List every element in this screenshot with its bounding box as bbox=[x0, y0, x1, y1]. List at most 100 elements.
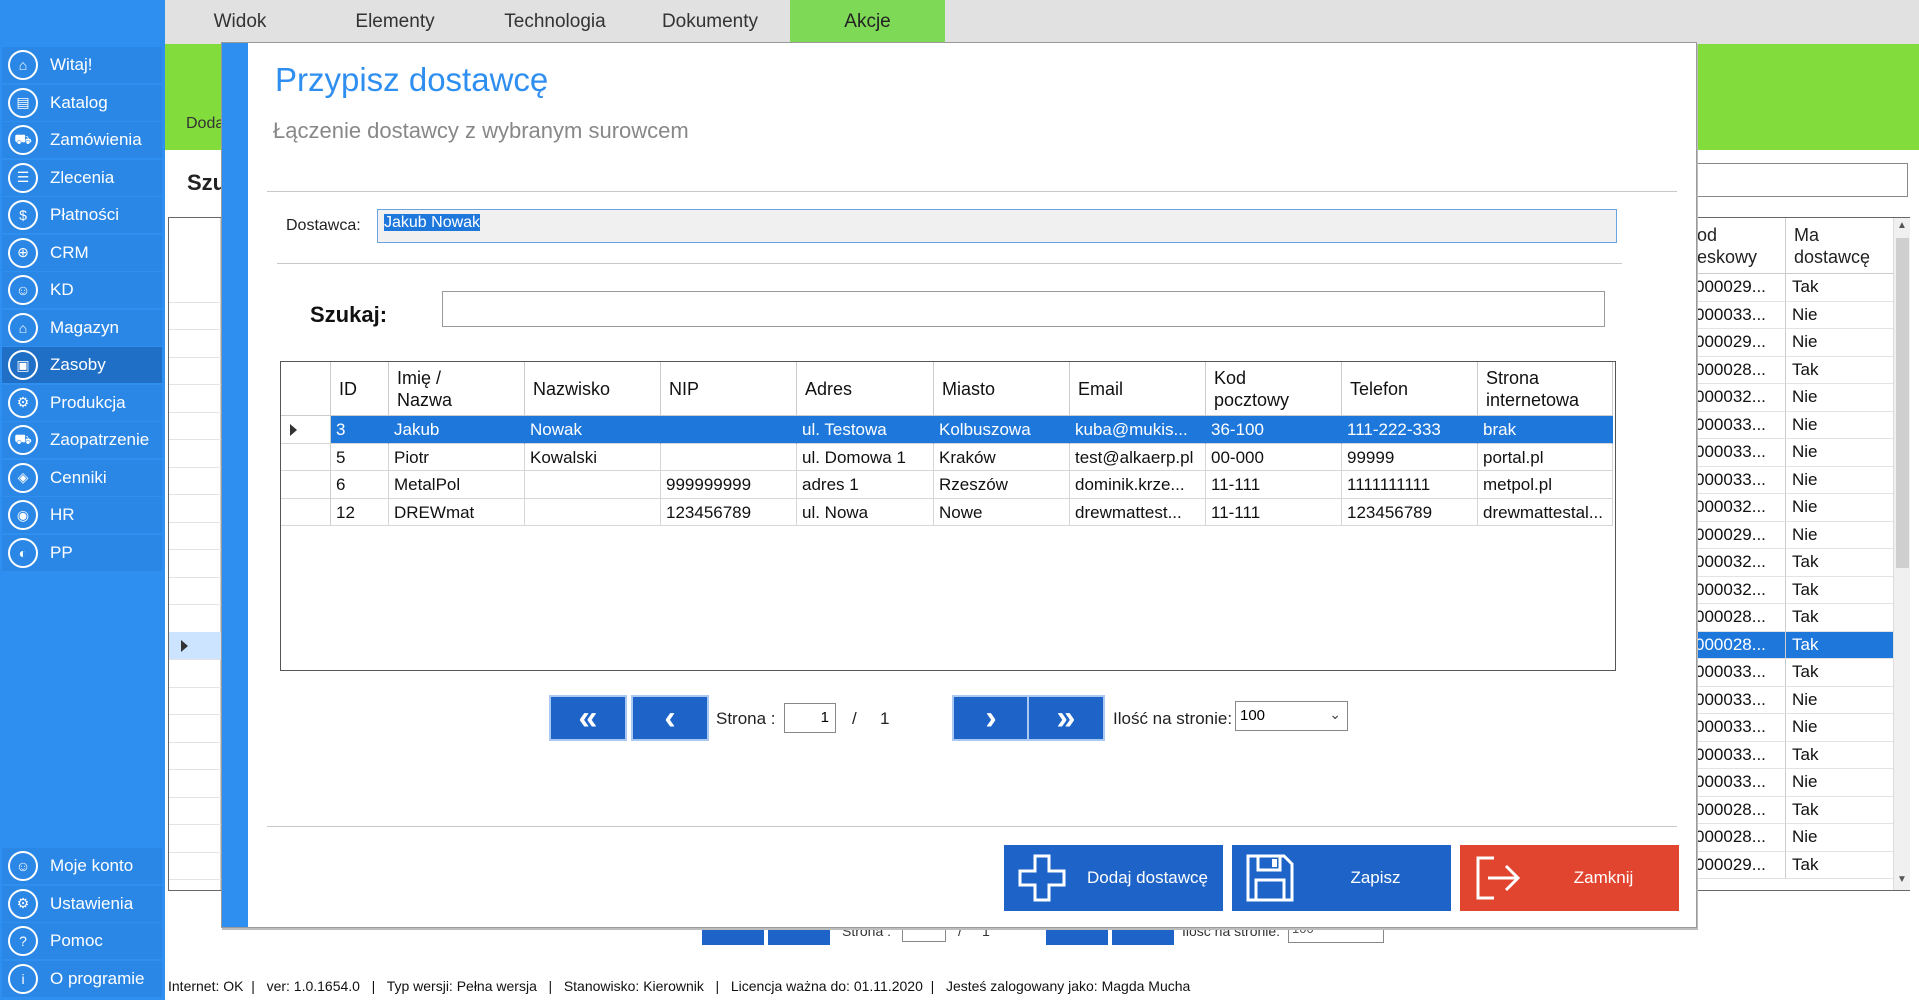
table-cell[interactable]: Nowe bbox=[934, 498, 1070, 526]
bg-cell-ma-dostawce[interactable]: Tak bbox=[1786, 576, 1894, 604]
per-page-select[interactable]: 100 ⌄ bbox=[1235, 701, 1348, 731]
bg-cell-kod[interactable]: 000033... bbox=[1689, 301, 1786, 329]
sidebar-item-pp[interactable]: ◐ PP bbox=[2, 534, 162, 571]
row-header[interactable] bbox=[281, 471, 331, 499]
table-cell[interactable]: kuba@mukis... bbox=[1070, 416, 1206, 444]
sidebar-item-cenniki[interactable]: ◈ Cenniki bbox=[2, 459, 162, 496]
search-input[interactable] bbox=[442, 291, 1605, 327]
table-cell[interactable]: brak bbox=[1478, 416, 1613, 444]
column-header[interactable]: Kod pocztowy bbox=[1206, 362, 1342, 416]
column-header[interactable]: Telefon bbox=[1342, 362, 1478, 416]
sidebar-item-hr[interactable]: ◉ HR bbox=[2, 497, 162, 533]
bg-cell-kod[interactable]: 000029... bbox=[1689, 851, 1786, 879]
table-cell[interactable]: 123456789 bbox=[1342, 498, 1478, 526]
table-cell[interactable]: dominik.krze... bbox=[1070, 471, 1206, 499]
column-header[interactable]: Email bbox=[1070, 362, 1206, 416]
bg-cell-ma-dostawce[interactable]: Nie bbox=[1786, 494, 1894, 522]
bg-cell-kod[interactable]: 000033... bbox=[1689, 741, 1786, 769]
bg-cell-ma-dostawce[interactable]: Nie bbox=[1786, 301, 1894, 329]
table-cell[interactable]: 123456789 bbox=[661, 498, 797, 526]
table-cell[interactable]: portal.pl bbox=[1478, 443, 1613, 471]
table-cell[interactable]: Piotr bbox=[389, 443, 525, 471]
sidebar-item-produkcja[interactable]: ⚙ Produkcja bbox=[2, 384, 162, 421]
sidebar-item-pomoc[interactable]: ? Pomoc bbox=[2, 923, 162, 959]
close-button[interactable]: Zamknij bbox=[1460, 845, 1679, 911]
bg-cell-kod[interactable]: 000033... bbox=[1689, 769, 1786, 797]
sidebar-item-ustawienia[interactable]: ⚙ Ustawienia bbox=[2, 885, 162, 922]
next-page-button[interactable]: › bbox=[952, 695, 1030, 741]
row-header[interactable] bbox=[281, 416, 331, 444]
menu-widok[interactable]: Widok bbox=[165, 0, 315, 44]
column-header[interactable]: Nazwisko bbox=[525, 362, 661, 416]
bg-cell-kod[interactable]: 000028... bbox=[1689, 796, 1786, 824]
bg-cell-ma-dostawce[interactable]: Tak bbox=[1786, 549, 1894, 577]
table-cell[interactable]: 111-222-333 bbox=[1342, 416, 1478, 444]
table-cell[interactable]: 999999999 bbox=[661, 471, 797, 499]
table-cell[interactable] bbox=[661, 443, 797, 471]
table-cell[interactable]: 11-111 bbox=[1206, 471, 1342, 499]
bg-cell-kod[interactable]: 000033... bbox=[1689, 466, 1786, 494]
table-cell[interactable]: Rzeszów bbox=[934, 471, 1070, 499]
table-cell[interactable]: 12 bbox=[331, 498, 389, 526]
sidebar-item-zamówienia[interactable]: ⛟ Zamówienia bbox=[2, 122, 162, 158]
table-cell[interactable]: Kraków bbox=[934, 443, 1070, 471]
bg-cell-ma-dostawce[interactable]: Nie bbox=[1786, 714, 1894, 742]
table-cell[interactable]: Jakub bbox=[389, 416, 525, 444]
bg-cell-kod[interactable]: 000032... bbox=[1689, 576, 1786, 604]
page-number-input[interactable]: 1 bbox=[784, 703, 836, 733]
bg-cell-ma-dostawce[interactable]: Tak bbox=[1786, 356, 1894, 384]
row-header[interactable] bbox=[281, 498, 331, 526]
save-button[interactable]: Zapisz bbox=[1232, 845, 1451, 911]
scroll-down-icon[interactable]: ▼ bbox=[1897, 874, 1907, 885]
bg-cell-ma-dostawce[interactable]: Nie bbox=[1786, 411, 1894, 439]
first-page-button[interactable]: « bbox=[549, 695, 627, 741]
bg-cell-kod[interactable]: 000028... bbox=[1689, 631, 1786, 659]
table-cell[interactable]: 00-000 bbox=[1206, 443, 1342, 471]
column-header[interactable]: NIP bbox=[661, 362, 797, 416]
table-cell[interactable]: 3 bbox=[331, 416, 389, 444]
table-cell[interactable] bbox=[525, 498, 661, 526]
bg-cell-ma-dostawce[interactable]: Tak bbox=[1786, 796, 1894, 824]
table-cell[interactable]: Kolbuszowa bbox=[934, 416, 1070, 444]
table-cell[interactable]: Nowak bbox=[525, 416, 661, 444]
bg-cell-kod[interactable]: 000033... bbox=[1689, 714, 1786, 742]
bg-cell-kod[interactable]: 000029... bbox=[1689, 329, 1786, 357]
sidebar-item-o-programie[interactable]: i O programie bbox=[2, 960, 162, 997]
sidebar-item-kd[interactable]: ☺ KD bbox=[2, 272, 162, 308]
column-header[interactable]: Adres bbox=[797, 362, 934, 416]
bg-cell-ma-dostawce[interactable]: Nie bbox=[1786, 329, 1894, 357]
column-header[interactable]: ID bbox=[331, 362, 389, 416]
sidebar-item-zasoby[interactable]: ▣ Zasoby bbox=[2, 347, 162, 383]
add-supplier-button[interactable]: Dodaj dostawcę bbox=[1004, 845, 1223, 911]
table-cell[interactable]: Kowalski bbox=[525, 443, 661, 471]
sidebar-item-zlecenia[interactable]: ☰ Zlecenia bbox=[2, 159, 162, 196]
table-cell[interactable]: 11-111 bbox=[1206, 498, 1342, 526]
column-header[interactable]: Miasto bbox=[934, 362, 1070, 416]
table-cell[interactable]: metpol.pl bbox=[1478, 471, 1613, 499]
bg-cell-ma-dostawce[interactable]: Nie bbox=[1786, 439, 1894, 467]
table-cell[interactable]: ul. Domowa 1 bbox=[797, 443, 934, 471]
bg-cell-kod[interactable]: 000033... bbox=[1689, 686, 1786, 714]
table-cell[interactable]: adres 1 bbox=[797, 471, 934, 499]
sidebar-item-moje-konto[interactable]: ☺ Moje konto bbox=[2, 848, 162, 884]
bg-cell-kod[interactable]: 000032... bbox=[1689, 494, 1786, 522]
bg-cell-kod[interactable]: 000028... bbox=[1689, 604, 1786, 632]
table-cell[interactable] bbox=[525, 471, 661, 499]
bg-cell-ma-dostawce[interactable]: Nie bbox=[1786, 384, 1894, 412]
table-cell[interactable]: drewmattestal... bbox=[1478, 498, 1613, 526]
column-header[interactable]: Imię / Nazwa bbox=[389, 362, 525, 416]
menu-elementy[interactable]: Elementy bbox=[315, 0, 475, 44]
table-cell[interactable]: 5 bbox=[331, 443, 389, 471]
table-cell[interactable]: 36-100 bbox=[1206, 416, 1342, 444]
table-cell[interactable]: ul. Nowa bbox=[797, 498, 934, 526]
table-cell[interactable]: MetalPol bbox=[389, 471, 525, 499]
bg-scrollbar[interactable]: ▲ ▼ bbox=[1893, 218, 1910, 890]
bg-cell-ma-dostawce[interactable]: Tak bbox=[1786, 274, 1894, 302]
bg-cell-ma-dostawce[interactable]: Nie bbox=[1786, 466, 1894, 494]
row-header[interactable] bbox=[281, 443, 331, 471]
bg-search-input[interactable] bbox=[1690, 163, 1908, 197]
bg-cell-kod[interactable]: 000029... bbox=[1689, 274, 1786, 302]
bg-cell-ma-dostawce[interactable]: Nie bbox=[1786, 521, 1894, 549]
bg-cell-kod[interactable]: 000033... bbox=[1689, 411, 1786, 439]
table-cell[interactable]: DREWmat bbox=[389, 498, 525, 526]
